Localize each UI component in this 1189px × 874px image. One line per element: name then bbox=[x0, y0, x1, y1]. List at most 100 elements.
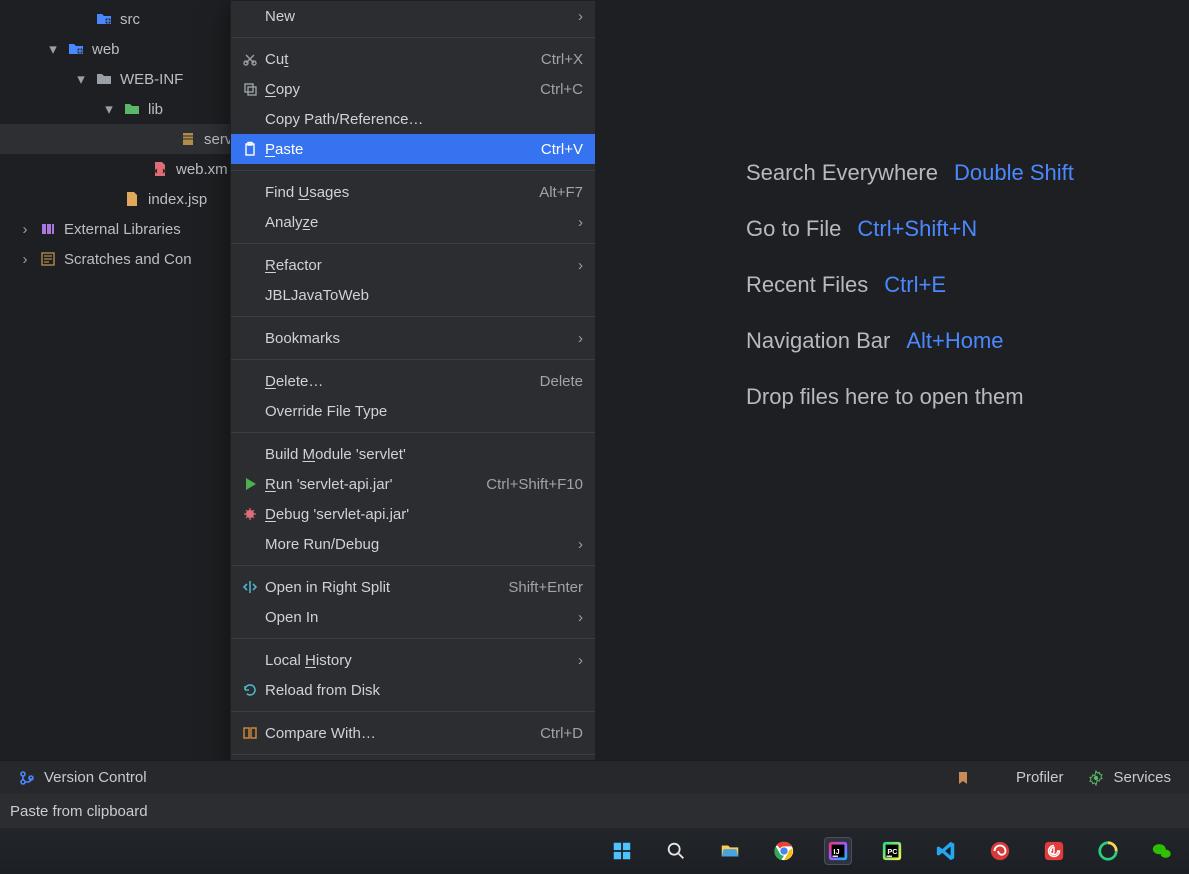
tree-label: WEB-INF bbox=[120, 71, 183, 88]
menu-item-label: Override File Type bbox=[261, 403, 583, 420]
folder-icon bbox=[94, 70, 114, 88]
menu-separator bbox=[231, 754, 595, 755]
menu-item-shortcut: Ctrl+X bbox=[541, 51, 583, 68]
menu-item-delete-[interactable]: Delete…Delete bbox=[231, 366, 595, 396]
taskbar-intellij-icon[interactable]: IJ bbox=[824, 837, 852, 865]
menu-item-run-servlet-api-jar-[interactable]: Run 'servlet-api.jar'Ctrl+Shift+F10 bbox=[231, 469, 595, 499]
menu-item-label: Local History bbox=[261, 652, 571, 669]
tool-tab-label: Services bbox=[1113, 769, 1171, 786]
tree-label: Scratches and Con bbox=[64, 251, 192, 268]
menu-item-label: Copy Path/Reference… bbox=[261, 111, 583, 128]
menu-item-more-run-debug[interactable]: More Run/Debug› bbox=[231, 529, 595, 559]
chevron-icon: › bbox=[18, 221, 32, 238]
menu-item-override-file-type[interactable]: Override File Type bbox=[231, 396, 595, 426]
menu-item-shortcut: Ctrl+D bbox=[540, 725, 583, 742]
taskbar-windows-start-icon[interactable] bbox=[608, 837, 636, 865]
taskbar-pycharm-icon[interactable]: PC bbox=[878, 837, 906, 865]
hint-label: Recent Files bbox=[746, 272, 868, 298]
cut-icon bbox=[239, 51, 261, 67]
menu-item-find-usages[interactable]: Find UsagesAlt+F7 bbox=[231, 177, 595, 207]
menu-item-refactor[interactable]: Refactor› bbox=[231, 250, 595, 280]
tool-tab-label: Profiler bbox=[1016, 769, 1064, 786]
menu-item-build-module-servlet-[interactable]: Build Module 'servlet' bbox=[231, 439, 595, 469]
hint-label: Go to File bbox=[746, 216, 841, 242]
hint-label: Drop files here to open them bbox=[746, 384, 1024, 410]
xml-icon bbox=[150, 160, 170, 178]
tree-label: index.jsp bbox=[148, 191, 207, 208]
menu-item-local-history[interactable]: Local History› bbox=[231, 645, 595, 675]
paste-icon bbox=[239, 141, 261, 157]
hint-key: Double Shift bbox=[954, 160, 1074, 186]
tool-tab-profiler[interactable]: Profiler bbox=[1016, 769, 1064, 786]
menu-item-label: Compare With… bbox=[261, 725, 540, 742]
hint-key: Alt+Home bbox=[906, 328, 1003, 354]
tree-label: web.xm bbox=[176, 161, 228, 178]
menu-item-new[interactable]: New› bbox=[231, 1, 595, 31]
hint-label: Navigation Bar bbox=[746, 328, 890, 354]
menu-item-label: Delete… bbox=[261, 373, 540, 390]
jar-icon bbox=[178, 130, 198, 148]
menu-item-shortcut: Shift+Enter bbox=[508, 579, 583, 596]
menu-item-copy[interactable]: CopyCtrl+C bbox=[231, 74, 595, 104]
tree-label: serv bbox=[204, 131, 232, 148]
menu-item-open-in[interactable]: Open In› bbox=[231, 602, 595, 632]
menu-item-label: Run 'servlet-api.jar' bbox=[261, 476, 486, 493]
chevron-icon: ▾ bbox=[102, 100, 116, 118]
menu-item-reload-from-disk[interactable]: Reload from Disk bbox=[231, 675, 595, 705]
menu-item-label: Refactor bbox=[261, 257, 571, 274]
menu-item-jbljavatoweb[interactable]: JBLJavaToWeb bbox=[231, 280, 595, 310]
menu-separator bbox=[231, 432, 595, 433]
tool-tab-services[interactable]: Services bbox=[1087, 769, 1171, 786]
editor-empty-state: Search Everywhere Double Shift Go to Fil… bbox=[596, 0, 1189, 760]
menu-item-copy-path-reference-[interactable]: Copy Path/Reference… bbox=[231, 104, 595, 134]
taskbar-browser-360-icon[interactable] bbox=[1094, 837, 1122, 865]
menu-item-label: JBLJavaToWeb bbox=[261, 287, 583, 304]
taskbar-chrome-icon[interactable] bbox=[770, 837, 798, 865]
bookmark-icon[interactable] bbox=[954, 770, 972, 786]
menu-separator bbox=[231, 37, 595, 38]
menu-separator bbox=[231, 711, 595, 712]
tree-label: src bbox=[120, 11, 140, 28]
tree-label: web bbox=[92, 41, 120, 58]
tree-label: lib bbox=[148, 101, 163, 118]
menu-item-open-in-right-split[interactable]: Open in Right SplitShift+Enter bbox=[231, 572, 595, 602]
chevron-right-icon: › bbox=[571, 609, 583, 626]
tool-tab-version-control[interactable]: Version Control bbox=[18, 769, 147, 786]
taskbar-file-explorer-icon[interactable] bbox=[716, 837, 744, 865]
tree-label: External Libraries bbox=[64, 221, 181, 238]
menu-item-bookmarks[interactable]: Bookmarks› bbox=[231, 323, 595, 353]
menu-item-shortcut: Ctrl+C bbox=[540, 81, 583, 98]
hint-search-everywhere: Search Everywhere Double Shift bbox=[746, 160, 1074, 186]
hint-drop-files: Drop files here to open them bbox=[746, 384, 1024, 410]
compare-icon bbox=[239, 725, 261, 741]
menu-item-label: Paste bbox=[261, 141, 541, 158]
taskbar-vscode-icon[interactable] bbox=[932, 837, 960, 865]
menu-item-cut[interactable]: CutCtrl+X bbox=[231, 44, 595, 74]
menu-separator bbox=[231, 565, 595, 566]
menu-item-compare-with-[interactable]: Compare With…Ctrl+D bbox=[231, 718, 595, 748]
menu-item-label: Build Module 'servlet' bbox=[261, 446, 583, 463]
chevron-right-icon: › bbox=[571, 8, 583, 25]
taskbar-wechat-icon[interactable] bbox=[1148, 837, 1176, 865]
hint-label: Search Everywhere bbox=[746, 160, 938, 186]
menu-item-label: Find Usages bbox=[261, 184, 539, 201]
hint-navigation-bar: Navigation Bar Alt+Home bbox=[746, 328, 1004, 354]
menu-item-label: Open In bbox=[261, 609, 571, 626]
taskbar-search-icon[interactable] bbox=[662, 837, 690, 865]
chevron-right-icon: › bbox=[571, 214, 583, 231]
src-icon bbox=[94, 10, 114, 28]
menu-separator bbox=[231, 316, 595, 317]
run-icon bbox=[239, 476, 261, 492]
hint-key: Ctrl+Shift+N bbox=[857, 216, 977, 242]
menu-item-analyze[interactable]: Analyze› bbox=[231, 207, 595, 237]
menu-item-label: Cut bbox=[261, 51, 541, 68]
tool-window-bar[interactable]: Version Control Profiler Services bbox=[0, 760, 1189, 794]
menu-item-paste[interactable]: PasteCtrl+V bbox=[231, 134, 595, 164]
svg-text:IJ: IJ bbox=[833, 847, 839, 856]
windows-taskbar[interactable]: IJ PC bbox=[0, 828, 1189, 874]
context-menu[interactable]: New›CutCtrl+XCopyCtrl+CCopy Path/Referen… bbox=[230, 0, 596, 835]
taskbar-netease-icon[interactable] bbox=[1040, 837, 1068, 865]
taskbar-red-swirl-icon[interactable] bbox=[986, 837, 1014, 865]
ext-icon bbox=[38, 220, 58, 238]
menu-item-debug-servlet-api-jar-[interactable]: Debug 'servlet-api.jar' bbox=[231, 499, 595, 529]
